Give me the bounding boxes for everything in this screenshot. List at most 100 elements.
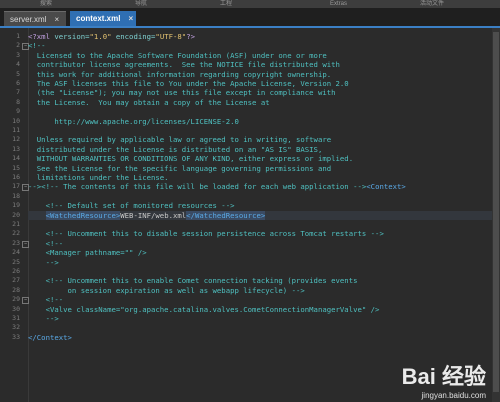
code-token: distributed under the License is distrib…	[28, 144, 323, 154]
code-token: contributor license agreements. See the …	[28, 60, 340, 70]
code-token: </WatchedResource>	[186, 210, 266, 220]
code-line[interactable]: The ASF licenses this file to You under …	[28, 79, 492, 88]
code-line[interactable]: contributor license agreements. See the …	[28, 60, 492, 69]
code-token: <!--	[28, 41, 46, 51]
line-number: 24	[12, 248, 20, 257]
code-token: WEB-INF/web.xml	[120, 210, 187, 220]
code-line[interactable]: limitations under the License.	[28, 173, 492, 182]
menu-item-search[interactable]: 搜索	[40, 0, 52, 8]
code-token: limitations under the License.	[28, 173, 169, 182]
code-token: version=	[54, 32, 90, 41]
code-token: --><!-- The contents of this file will b…	[28, 182, 367, 192]
code-line[interactable]: <!--	[28, 41, 492, 50]
code-token: WITHOUT WARRANTIES OR CONDITIONS OF ANY …	[28, 154, 354, 164]
code-line[interactable]: -->	[28, 258, 492, 267]
code-line[interactable]: Unless required by applicable law or agr…	[28, 135, 492, 144]
code-line[interactable]: <!-- Uncomment this to enable Comet conn…	[28, 276, 492, 285]
code-line[interactable]: </Context>	[28, 333, 492, 342]
code-token: Licensed to the Apache Software Foundati…	[28, 50, 327, 60]
code-line[interactable]: <!--	[28, 295, 492, 304]
code-editor[interactable]: <?xml version="1.0" encoding="UTF-8"?> <!…	[28, 28, 500, 402]
code-line[interactable]: the License. You may obtain a copy of th…	[28, 98, 492, 107]
code-token: -->	[28, 314, 59, 323]
watermark: Bai 经验 jingyan.baidu.com	[402, 359, 486, 400]
code-line[interactable]: --><!-- The contents of this file will b…	[28, 182, 492, 191]
code-line[interactable]	[28, 267, 492, 276]
code-line[interactable]: <!--	[28, 239, 492, 248]
code-token: this work for additional information reg…	[28, 69, 332, 79]
line-number: 32	[12, 323, 20, 332]
code-token: encoding=	[111, 32, 156, 41]
line-number: 18	[12, 191, 20, 200]
code-line[interactable]: on session expiration as well as webapp …	[28, 286, 492, 295]
line-number: 1	[16, 32, 20, 40]
line-number: 12	[12, 135, 20, 144]
line-number: 7	[16, 88, 20, 97]
menu-item-active-file[interactable]: 活动文件	[420, 0, 444, 8]
code-token: (the "License"); you may not use this fi…	[28, 88, 336, 98]
code-token: ?>	[186, 32, 195, 41]
close-icon[interactable]: ×	[54, 12, 59, 27]
code-line[interactable]: -->	[28, 314, 492, 323]
code-line[interactable]	[28, 107, 492, 116]
code-line[interactable]	[28, 220, 492, 229]
code-line[interactable]: <?xml version="1.0" encoding="UTF-8"?>	[28, 32, 492, 41]
tab-label: server.xml	[10, 14, 47, 24]
code-token: http://www.apache.org/licenses/LICENSE-2…	[28, 116, 239, 126]
line-number: 8	[16, 97, 20, 106]
tab-context-xml[interactable]: context.xml ×	[70, 11, 136, 26]
code-token: <Manager pathname="" />	[28, 248, 147, 258]
code-line[interactable]: See the License for the specific languag…	[28, 164, 492, 173]
code-token: The ASF licenses this file to You under …	[28, 79, 349, 88]
code-line[interactable]: <Valve className="org.apache.catalina.va…	[28, 305, 492, 314]
code-line[interactable]: distributed under the License is distrib…	[28, 145, 492, 154]
code-line[interactable]: Licensed to the Apache Software Foundati…	[28, 51, 492, 60]
code-token: <!--	[28, 295, 64, 305]
code-line[interactable]: <WatchedResource>WEB-INF/web.xml</Watche…	[28, 210, 492, 220]
line-number: 5	[16, 69, 20, 78]
line-number: 2	[16, 41, 20, 50]
line-number: 10	[12, 116, 20, 125]
line-number: 26	[12, 267, 20, 275]
line-number: 28	[12, 285, 20, 294]
line-number: 27	[12, 276, 20, 285]
code-token: </Context>	[28, 332, 72, 342]
code-line[interactable]	[28, 192, 492, 201]
menu-bar: 搜索 导航 工程 Extras 活动文件	[0, 0, 500, 8]
tab-server-xml[interactable]: server.xml ×	[4, 11, 66, 26]
code-line[interactable]: <!-- Default set of monitored resources …	[28, 201, 492, 210]
code-line[interactable]: this work for additional information reg…	[28, 70, 492, 79]
close-icon[interactable]: ×	[128, 11, 133, 26]
code-line[interactable]	[28, 126, 492, 135]
code-token: <WatchedResource>	[45, 210, 121, 220]
code-line[interactable]: http://www.apache.org/licenses/LICENSE-2…	[28, 117, 492, 126]
vertical-scrollbar[interactable]	[492, 28, 500, 402]
line-number: 30	[12, 304, 20, 313]
line-number: 14	[12, 154, 20, 163]
menu-item-extras[interactable]: Extras	[330, 0, 347, 8]
code-token: "1.0"	[89, 32, 112, 41]
code-line[interactable]	[28, 323, 492, 332]
code-token: "UTF-8"	[155, 32, 187, 41]
line-number: 33	[12, 332, 20, 341]
line-number: 23	[12, 238, 20, 247]
code-line[interactable]: <Manager pathname="" />	[28, 248, 492, 257]
line-number: 6	[16, 79, 20, 87]
tab-label: context.xml	[76, 14, 121, 23]
code-line[interactable]: WITHOUT WARRANTIES OR CONDITIONS OF ANY …	[28, 154, 492, 163]
line-number: 9	[16, 107, 20, 116]
line-number: 21	[12, 220, 20, 228]
line-number: 31	[12, 314, 20, 322]
code-token: <!-- Default set of monitored resources …	[28, 201, 235, 211]
code-token: on session expiration as well as webapp …	[28, 285, 305, 295]
line-number: 17	[12, 182, 20, 191]
code-line[interactable]: (the "License"); you may not use this fi…	[28, 88, 492, 97]
line-number: 13	[12, 144, 20, 153]
menu-item-project[interactable]: 工程	[220, 0, 232, 8]
code-token: <!-- Uncomment this to disable session p…	[28, 229, 384, 239]
code-token: the License. You may obtain a copy of th…	[28, 97, 270, 107]
code-line[interactable]: <!-- Uncomment this to disable session p…	[28, 229, 492, 238]
menu-item-navigate[interactable]: 导航	[135, 0, 147, 8]
scrollbar-thumb[interactable]	[493, 32, 499, 392]
